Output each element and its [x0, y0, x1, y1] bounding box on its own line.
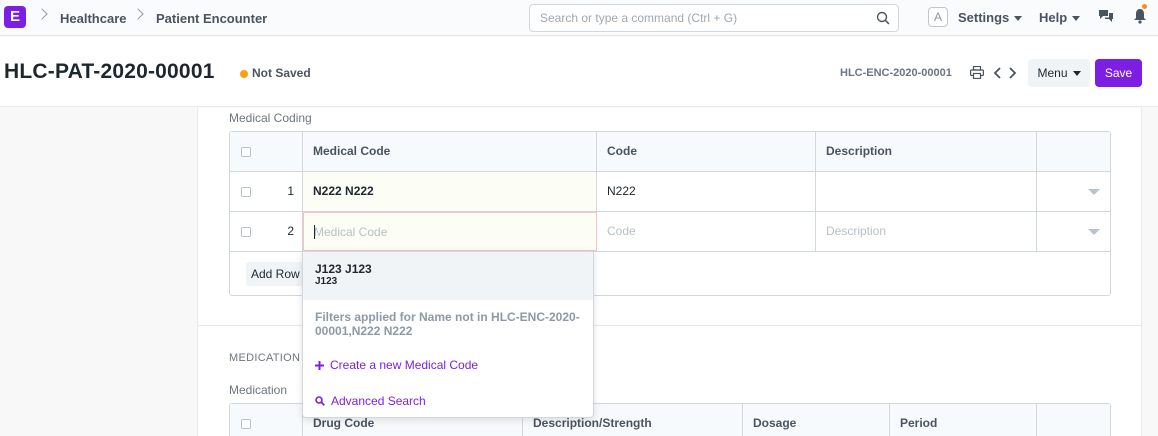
col-header-label: Dosage [753, 416, 797, 430]
row-checkbox[interactable] [241, 227, 251, 237]
table-row[interactable]: 2 Medical Code Code Description [230, 212, 1110, 252]
caret-down-icon [1072, 16, 1081, 22]
col-header-label: Code [607, 144, 637, 158]
help-dropdown[interactable]: Help [1039, 10, 1081, 25]
row-checkbox[interactable] [241, 187, 251, 197]
medication-label: Medication [229, 383, 288, 397]
chat-icon[interactable] [1098, 9, 1114, 23]
filter-note: Filters applied for Name not in HLC-ENC-… [315, 310, 580, 338]
grid-check-cell [230, 404, 303, 436]
row-expand-icon[interactable] [1088, 189, 1100, 195]
app-logo[interactable]: E [4, 6, 26, 28]
description-cell[interactable] [816, 172, 1037, 211]
code-cell[interactable]: Code [597, 212, 816, 251]
breadcrumb-patient-encounter[interactable]: Patient Encounter [156, 11, 267, 26]
code-value: N222 [607, 184, 636, 198]
settings-dropdown[interactable]: Settings [958, 10, 1023, 25]
row-number: 2 [287, 224, 294, 238]
table-row[interactable]: 1 N222 N222 N222 [230, 172, 1110, 212]
menu-button[interactable]: Menu [1028, 59, 1090, 87]
grid-check-cell [230, 132, 303, 171]
medical-code-cell-active[interactable]: Medical Code [303, 212, 597, 251]
caret-down-icon [1072, 71, 1081, 77]
add-row-button[interactable]: Add Row [246, 262, 306, 286]
chevron-left-icon[interactable] [993, 67, 1002, 79]
col-header-dosage: Dosage [743, 404, 890, 436]
medication-section-title[interactable]: MEDICATION [229, 352, 300, 364]
col-header-code: Code [597, 132, 816, 171]
grid-header-row: Medical Code Code Description [230, 132, 1110, 172]
chevron-right-icon [132, 8, 144, 20]
select-all-checkbox[interactable] [241, 147, 251, 157]
search-input[interactable] [530, 5, 860, 31]
autocomplete-dropdown: J123 J123 J123 Filters applied for Name … [302, 251, 594, 418]
row-expand-icon[interactable] [1088, 229, 1100, 235]
row-number: 1 [287, 184, 294, 198]
code-cell[interactable]: N222 [597, 172, 816, 211]
document-id: HLC-ENC-2020-00001 [840, 67, 952, 79]
option-title: J123 J123 [315, 262, 372, 276]
page-header: HLC-PAT-2020-00001 Not Saved HLC-ENC-202… [0, 37, 1158, 107]
medical-code-input[interactable]: Medical Code [314, 225, 387, 239]
notification-dot [1142, 4, 1147, 9]
col-header-label: Period [900, 416, 938, 430]
dropdown-option-j123[interactable]: J123 J123 J123 [303, 252, 593, 300]
caret-down-icon [1014, 16, 1023, 22]
option-subtitle: J123 [315, 276, 338, 287]
medical-coding-label: Medical Coding [229, 111, 312, 125]
col-header-label: Drug Code [313, 416, 375, 430]
status-badge: Not Saved [252, 66, 311, 80]
description-placeholder: Description [826, 224, 887, 238]
chevron-right-icon[interactable] [1008, 67, 1017, 79]
search-icon [315, 396, 325, 406]
navbar: E Healthcare Patient Encounter A Setting… [0, 0, 1158, 36]
col-header-label: Description [826, 144, 893, 158]
col-header-label: Description/Strength [533, 416, 652, 430]
row-check-cell: 1 [230, 172, 303, 211]
status-indicator [240, 70, 248, 78]
search-bar [529, 4, 899, 32]
code-placeholder: Code [607, 224, 636, 238]
col-header-label: Medical Code [313, 144, 391, 158]
medical-code-value: N222 N222 [313, 184, 374, 198]
create-medical-code-link[interactable]: Create a new Medical Code [315, 358, 478, 372]
advanced-search-label: Advanced Search [331, 394, 426, 408]
row-check-cell: 2 [230, 212, 303, 251]
plus-icon [315, 361, 324, 370]
avatar[interactable]: A [928, 7, 948, 27]
menu-label: Menu [1037, 66, 1068, 80]
help-label: Help [1039, 10, 1068, 25]
medical-code-cell[interactable]: N222 N222 [303, 172, 597, 211]
save-button[interactable]: Save [1095, 59, 1142, 87]
settings-label: Settings [958, 10, 1010, 25]
col-header-medical-code: Medical Code [303, 132, 597, 171]
print-icon[interactable] [970, 66, 984, 79]
create-link-label: Create a new Medical Code [330, 358, 479, 372]
advanced-search-link[interactable]: Advanced Search [315, 394, 426, 408]
page-title: HLC-PAT-2020-00001 [4, 60, 215, 83]
description-cell[interactable]: Description [816, 212, 1037, 251]
chevron-right-icon [36, 8, 48, 20]
bell-icon[interactable] [1133, 8, 1147, 24]
col-header-description: Description [816, 132, 1037, 171]
select-all-checkbox[interactable] [241, 419, 251, 429]
col-header-period: Period [890, 404, 1037, 436]
breadcrumb-healthcare[interactable]: Healthcare [60, 11, 126, 26]
search-icon[interactable] [876, 11, 890, 25]
